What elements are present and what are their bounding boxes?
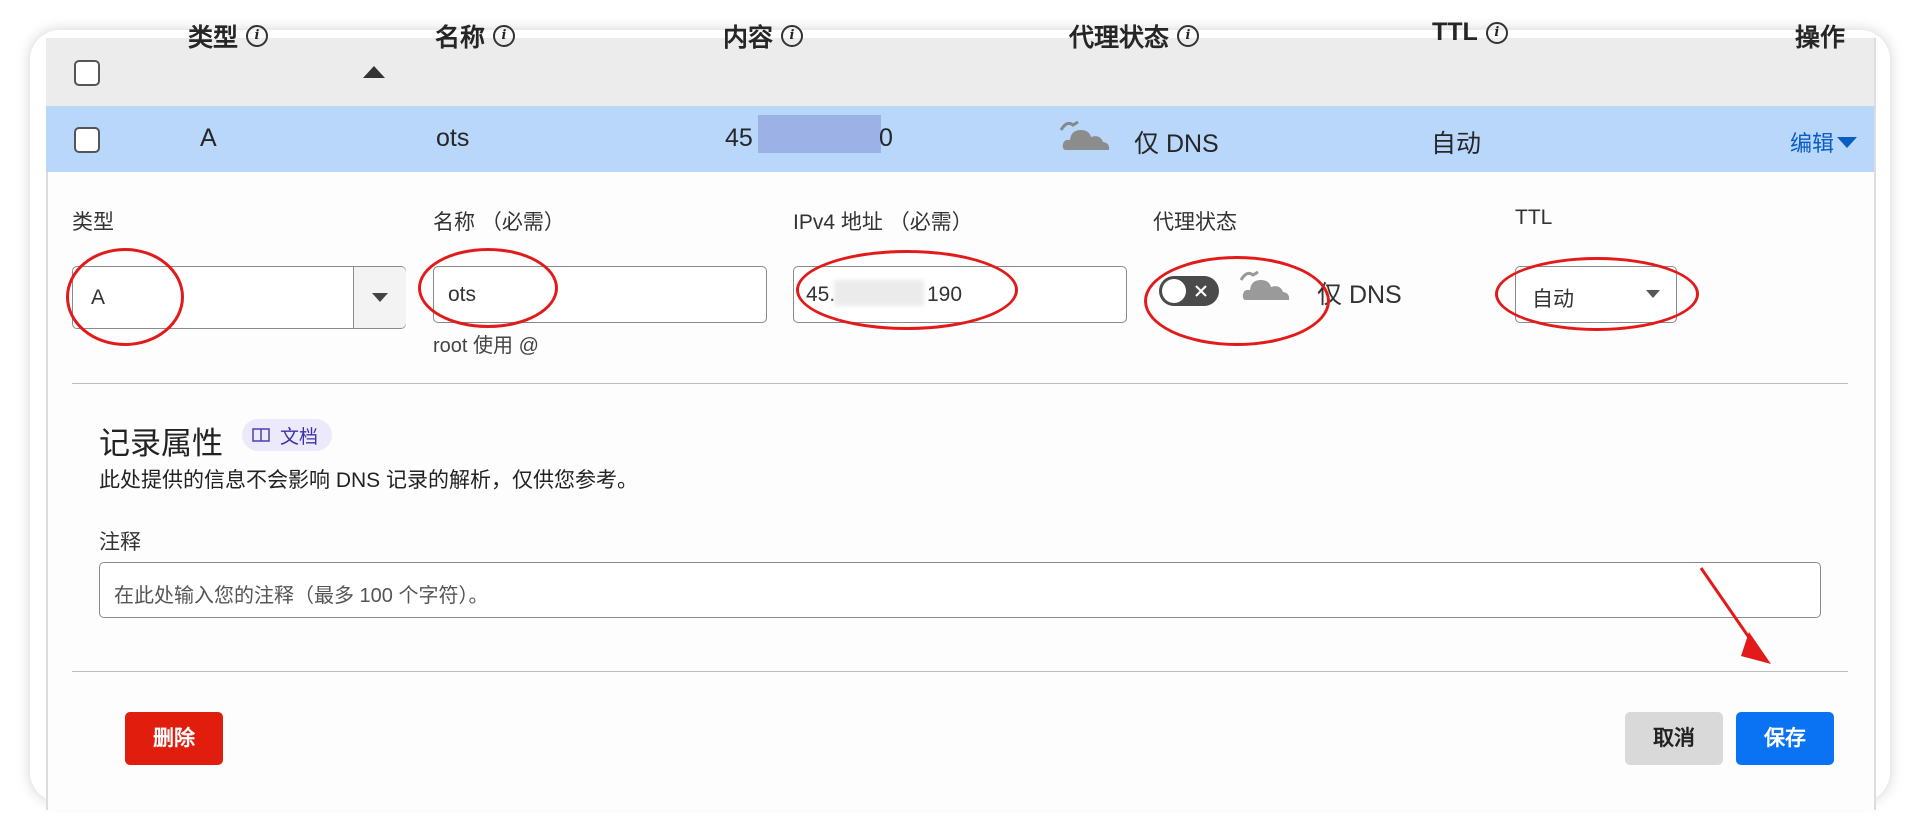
- redacted-ip-blur: [758, 115, 881, 153]
- edit-link: 编辑: [1790, 131, 1835, 156]
- cloud-icon: [1059, 120, 1110, 150]
- column-ttl-label: TTL: [1432, 18, 1478, 46]
- annotation-ellipse: [1144, 256, 1330, 346]
- comment-placeholder: 在此处输入您的注释（最多 100 个字符）。: [114, 585, 489, 607]
- proxy-status-value: 仅 DNS: [1317, 281, 1402, 309]
- column-type-label: 类型: [188, 24, 239, 52]
- name-label: 名称 （必需）: [433, 211, 565, 234]
- info-icon: i: [1177, 25, 1200, 47]
- row-proxy-status: 仅 DNS: [1134, 130, 1219, 158]
- info-icon: i: [1485, 21, 1508, 44]
- column-content-label: 内容: [723, 24, 774, 52]
- sort-ascending-icon[interactable]: [362, 64, 386, 80]
- column-proxy-status[interactable]: 代理状态 i: [1069, 18, 1200, 54]
- info-icon: i: [781, 25, 804, 47]
- column-content[interactable]: 内容 i: [723, 18, 804, 54]
- column-actions-label: 操作: [1795, 24, 1846, 52]
- cancel-button[interactable]: 取消: [1625, 712, 1723, 765]
- ipv4-label: IPv4 地址 （必需）: [793, 211, 973, 234]
- row-name: ots: [436, 124, 470, 152]
- divider: [72, 383, 1848, 384]
- type-select-toggle[interactable]: [353, 267, 406, 328]
- column-type[interactable]: 类型 i: [188, 18, 269, 54]
- book-icon: [252, 428, 270, 442]
- info-icon: i: [246, 25, 269, 47]
- comment-label: 注释: [99, 531, 141, 554]
- divider: [72, 671, 1848, 672]
- proxy-status-label: 代理状态: [1153, 211, 1237, 234]
- record-attributes-description: 此处提供的信息不会影响 DNS 记录的解析，仅供您参考。: [99, 469, 639, 492]
- type-label: 类型: [72, 211, 114, 234]
- ttl-label: TTL: [1515, 206, 1553, 229]
- info-icon: i: [493, 25, 516, 47]
- row-checkbox[interactable]: [74, 127, 100, 153]
- annotation-ellipse: [1495, 257, 1699, 331]
- annotation-arrow: [1699, 567, 1771, 664]
- edit-toggle[interactable]: 编辑: [1790, 126, 1858, 158]
- row-ttl: 自动: [1431, 130, 1482, 158]
- row-content-suffix: 0: [879, 124, 893, 152]
- column-name[interactable]: 名称 i: [435, 18, 516, 54]
- column-ttl[interactable]: TTL i: [1432, 18, 1508, 47]
- column-proxy-label: 代理状态: [1069, 24, 1170, 52]
- chevron-down-icon: [372, 293, 388, 302]
- save-button[interactable]: 保存: [1736, 712, 1834, 765]
- row-content-prefix: 45: [725, 124, 753, 152]
- docs-link[interactable]: 文档: [242, 419, 333, 451]
- annotation-ellipse: [418, 248, 558, 328]
- column-actions: 操作: [1795, 18, 1845, 54]
- select-all-checkbox[interactable]: [74, 60, 100, 86]
- docs-label: 文档: [280, 426, 319, 448]
- delete-button[interactable]: 删除: [125, 712, 223, 765]
- name-hint: root 使用 @: [433, 335, 539, 357]
- caret-down-icon: [1837, 137, 1858, 148]
- row-type: A: [200, 124, 217, 152]
- table-row[interactable]: [46, 106, 1874, 172]
- column-name-label: 名称: [435, 24, 486, 52]
- record-attributes-title: 记录属性: [99, 426, 223, 461]
- table-header: [46, 38, 1874, 106]
- annotation-ellipse: [796, 250, 1018, 330]
- comment-input[interactable]: 在此处输入您的注释（最多 100 个字符）。: [99, 562, 1821, 618]
- annotation-ellipse: [66, 248, 184, 346]
